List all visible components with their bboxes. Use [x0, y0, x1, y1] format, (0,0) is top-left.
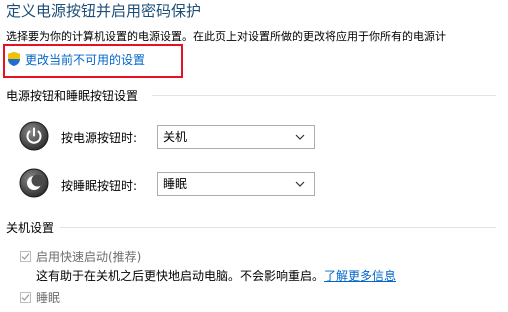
chevron-down-icon — [295, 134, 305, 140]
section-divider — [152, 95, 496, 96]
fast-startup-hint-text: 这有助于在关机之后更快地启动电脑。不会影响重启。 — [36, 269, 325, 283]
uac-shield-icon — [8, 52, 20, 66]
power-icon — [19, 121, 49, 151]
power-button-action-value: 关机 — [163, 130, 188, 144]
sleep-button-label: 按睡眠按钮时: — [61, 179, 138, 193]
checkmark-icon — [21, 294, 30, 301]
power-button-label: 按电源按钮时: — [61, 131, 138, 145]
change-settings-link[interactable]: 更改当前不可用的设置 — [25, 51, 145, 68]
fast-startup-hint: 这有助于在关机之后更快地启动电脑。不会影响重启。了解更多信息 — [36, 267, 396, 284]
section-divider — [60, 227, 496, 228]
moon-icon — [19, 168, 49, 198]
sleep-button-action-value: 睡眠 — [163, 177, 188, 191]
sleep-checkbox[interactable] — [20, 292, 31, 303]
power-section-title: 电源按钮和睡眠按钮设置 — [6, 89, 139, 103]
sleep-option-label: 睡眠 — [36, 291, 61, 305]
power-button-action-select[interactable]: 关机 — [157, 125, 315, 149]
checkmark-icon — [21, 253, 30, 260]
page-description: 选择要为你的计算机设置的电源设置。在此页上对设置所做的更改将应用于你所有的电源计 — [6, 30, 446, 43]
fast-startup-checkbox[interactable] — [20, 251, 31, 262]
chevron-down-icon — [295, 181, 305, 187]
sleep-button-action-select[interactable]: 睡眠 — [157, 172, 315, 196]
fast-startup-label: 启用快速启动(推荐) — [36, 250, 142, 264]
learn-more-link[interactable]: 了解更多信息 — [324, 269, 396, 283]
page-title: 定义电源按钮并启用密码保护 — [6, 2, 202, 20]
shutdown-section-title: 关机设置 — [6, 221, 55, 235]
